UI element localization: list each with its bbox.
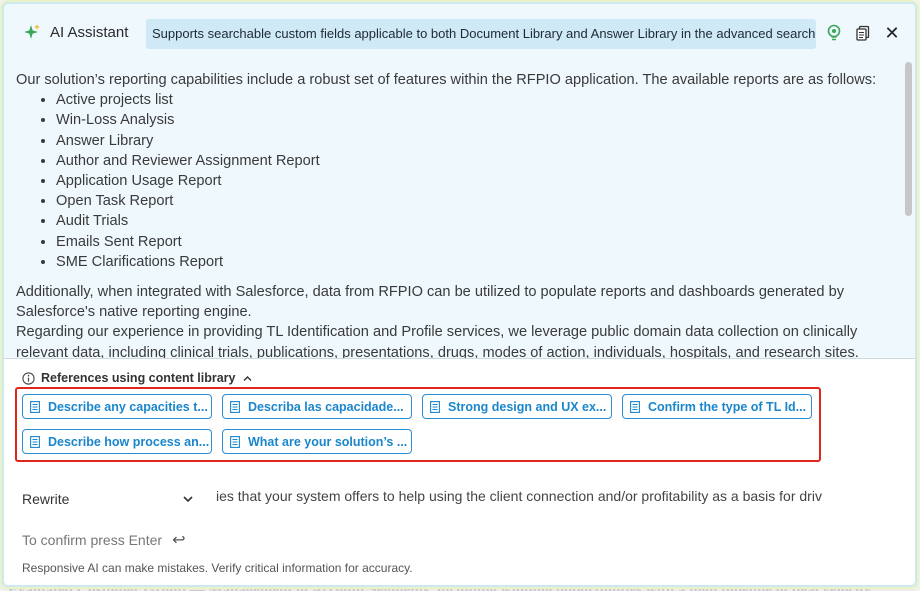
- reference-chip-label: What are your solution’s ...: [248, 434, 408, 449]
- references-toggle[interactable]: References using content library: [22, 369, 253, 387]
- ai-assistant-panel: AI Assistant Supports searchable custom …: [2, 2, 917, 587]
- response-intro: Our solution’s reporting capabilities in…: [16, 72, 877, 88]
- reference-chip-label: Describa las capacidade...: [248, 399, 404, 414]
- confirm-text: To confirm press Enter: [22, 532, 163, 548]
- salesforce-paragraph: Additionally, when integrated with Sales…: [16, 284, 845, 321]
- list-item: Audit Trials: [56, 211, 893, 231]
- close-icon[interactable]: ✕: [882, 23, 902, 43]
- reference-chip[interactable]: Describe how process an...: [22, 429, 212, 454]
- copy-icon[interactable]: [853, 23, 873, 43]
- reference-chip-label: Strong design and UX ex...: [448, 399, 607, 414]
- reference-chip[interactable]: What are your solution’s ...: [222, 429, 412, 454]
- enter-icon: ↩: [172, 532, 186, 549]
- panel-title: AI Assistant: [50, 24, 129, 41]
- rewrite-dropdown[interactable]: Rewrite: [22, 486, 198, 512]
- content-scrollbar[interactable]: [905, 62, 912, 216]
- document-icon: [430, 400, 440, 413]
- reference-chip-label: Confirm the type of TL Id...: [648, 399, 807, 414]
- reference-chip[interactable]: Describe any capacities t...: [22, 394, 212, 419]
- list-item: Application Usage Report: [56, 171, 893, 191]
- document-icon: [630, 400, 640, 413]
- reports-list: Active projects list Win-Loss Analysis A…: [56, 90, 893, 272]
- info-icon: [22, 371, 35, 385]
- reference-chip[interactable]: Confirm the type of TL Id...: [622, 394, 812, 419]
- chevron-up-icon: [243, 375, 252, 381]
- document-icon: [30, 435, 40, 448]
- references-heading: References using content library: [41, 371, 236, 385]
- reference-chip[interactable]: Strong design and UX ex...: [422, 394, 612, 419]
- response-content: Our solution’s reporting capabilities in…: [4, 60, 915, 358]
- document-icon: [230, 435, 240, 448]
- list-item: Answer Library: [56, 131, 893, 151]
- reference-chip-label: Describe any capacities t...: [48, 399, 208, 414]
- rewrite-dropdown-label: Rewrite: [22, 491, 70, 507]
- ai-disclaimer: Responsive AI can make mistakes. Verify …: [22, 561, 413, 575]
- confirm-hint: To confirm press Enter ↩: [22, 530, 185, 550]
- list-item: SME Clarifications Report: [56, 252, 893, 272]
- info-banner: Supports searchable custom fields applic…: [146, 19, 816, 49]
- list-item: Author and Reviewer Assignment Report: [56, 151, 893, 171]
- prompt-input[interactable]: ies that your system offers to help usin…: [216, 488, 871, 508]
- reference-chip-label: Describe how process an...: [48, 434, 210, 449]
- document-icon: [30, 400, 40, 413]
- chevron-down-icon: [183, 496, 193, 503]
- divider: [4, 358, 915, 359]
- reference-chip[interactable]: Describa las capacidade...: [222, 394, 412, 419]
- panel-header: AI Assistant Supports searchable custom …: [4, 4, 915, 60]
- list-item: Open Task Report: [56, 191, 893, 211]
- list-item: Emails Sent Report: [56, 232, 893, 252]
- sparkle-icon: [24, 24, 40, 39]
- list-item: Active projects list: [56, 90, 893, 110]
- lightbulb-icon[interactable]: [824, 23, 844, 43]
- list-item: Win-Loss Analysis: [56, 110, 893, 130]
- tl-paragraph: Regarding our experience in providing TL…: [16, 324, 859, 358]
- document-icon: [230, 400, 240, 413]
